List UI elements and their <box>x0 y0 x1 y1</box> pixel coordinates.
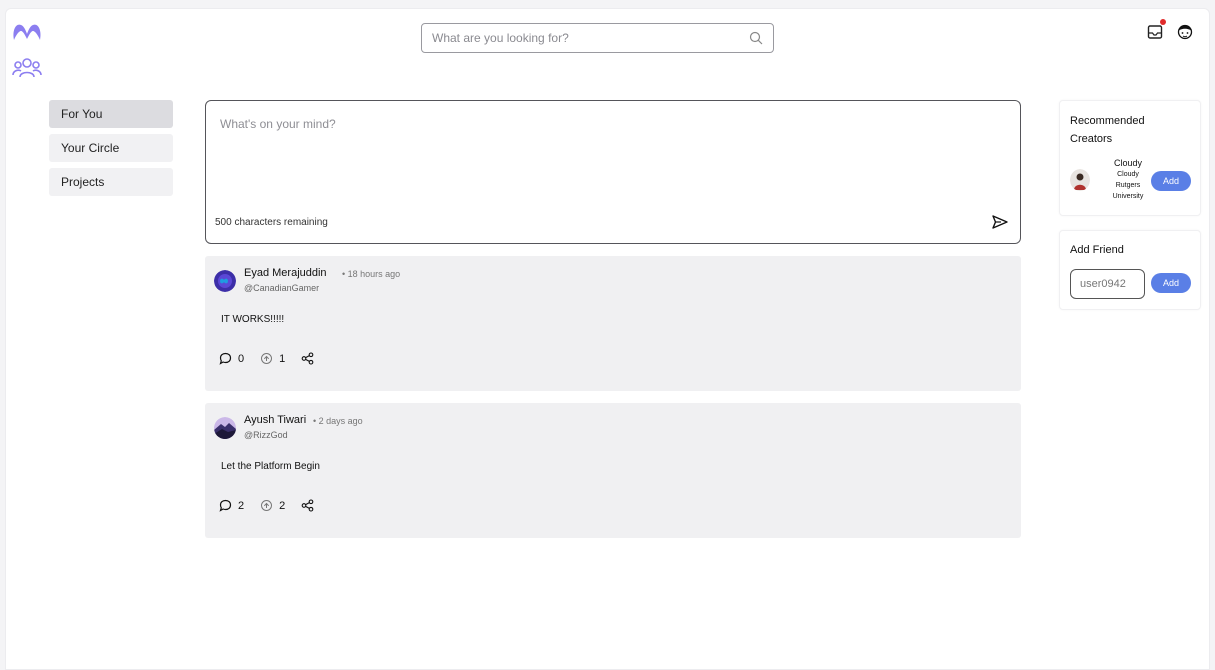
avatar[interactable] <box>214 270 236 292</box>
add-friend-title: Add Friend <box>1070 244 1124 256</box>
upvote-count: 1 <box>279 352 286 365</box>
inbox-icon[interactable] <box>1146 22 1166 42</box>
search-icon[interactable] <box>749 31 763 45</box>
post-timestamp: • 2 days ago <box>313 416 363 426</box>
friend-username-input[interactable] <box>1070 269 1145 299</box>
creator-info: Cloudy Cloudy Rutgers University <box>1100 158 1156 202</box>
post-author[interactable]: Ayush Tiwari <box>244 414 306 426</box>
nav-item-your-circle[interactable]: Your Circle <box>49 134 173 162</box>
send-icon[interactable] <box>991 213 1009 231</box>
post-card: Ayush Tiwari • 2 days ago @RizzGod Let t… <box>205 403 1021 538</box>
upvote-button[interactable]: 1 <box>260 352 285 365</box>
group-icon[interactable] <box>12 56 42 80</box>
post-body: Let the Platform Begin <box>221 461 320 472</box>
m-logo-icon[interactable] <box>12 22 42 42</box>
post-handle[interactable]: @RizzGod <box>244 430 288 440</box>
post-timestamp: • 18 hours ago <box>342 269 401 279</box>
post-body: IT WORKS!!!!! <box>221 314 285 325</box>
creator-avatar[interactable] <box>1070 169 1090 191</box>
share-button[interactable] <box>301 352 320 365</box>
comment-button[interactable]: 2 <box>219 499 244 512</box>
profile-face-icon[interactable] <box>1176 21 1194 41</box>
recommended-title: Recommended Creators <box>1070 115 1145 145</box>
nav-item-for-you[interactable]: For You <box>49 100 173 128</box>
add-creator-button[interactable]: Add <box>1151 171 1191 191</box>
comment-count: 2 <box>238 499 245 512</box>
creator-school: Rutgers University <box>1112 182 1144 200</box>
add-friend-card: Add Friend Add <box>1059 230 1201 310</box>
comment-icon <box>219 499 232 512</box>
creator-name[interactable]: Cloudy <box>1100 158 1156 169</box>
post-card: Eyad Merajuddin • 18 hours ago @Canadian… <box>205 256 1021 391</box>
comment-count: 0 <box>238 352 245 365</box>
upvote-icon <box>261 500 273 511</box>
post-handle[interactable]: @CanadianGamer <box>244 283 319 293</box>
creator-username: Cloudy <box>1117 171 1139 178</box>
share-icon <box>301 499 314 512</box>
search-input[interactable] <box>432 31 749 45</box>
upvote-icon <box>261 353 273 364</box>
comment-icon <box>219 352 232 365</box>
char-count: 500 characters remaining <box>215 217 328 228</box>
recommended-creators-card: Recommended Creators Cloudy Cloudy Rutge… <box>1059 100 1201 216</box>
post-actions: 2 2 <box>219 499 336 512</box>
nav-item-projects[interactable]: Projects <box>49 168 173 196</box>
notification-dot <box>1160 19 1166 25</box>
post-actions: 0 1 <box>219 352 336 365</box>
add-friend-button[interactable]: Add <box>1151 273 1191 293</box>
share-icon <box>301 352 314 365</box>
upvote-count: 2 <box>279 499 286 512</box>
avatar[interactable] <box>214 417 236 439</box>
comment-button[interactable]: 0 <box>219 352 244 365</box>
search-bar[interactable] <box>421 23 774 53</box>
share-button[interactable] <box>301 499 320 512</box>
post-author[interactable]: Eyad Merajuddin <box>244 267 327 279</box>
upvote-button[interactable]: 2 <box>260 499 285 512</box>
post-input[interactable] <box>220 117 1000 197</box>
post-composer: 500 characters remaining <box>205 100 1021 244</box>
feed-nav: For You Your Circle Projects <box>49 100 173 202</box>
